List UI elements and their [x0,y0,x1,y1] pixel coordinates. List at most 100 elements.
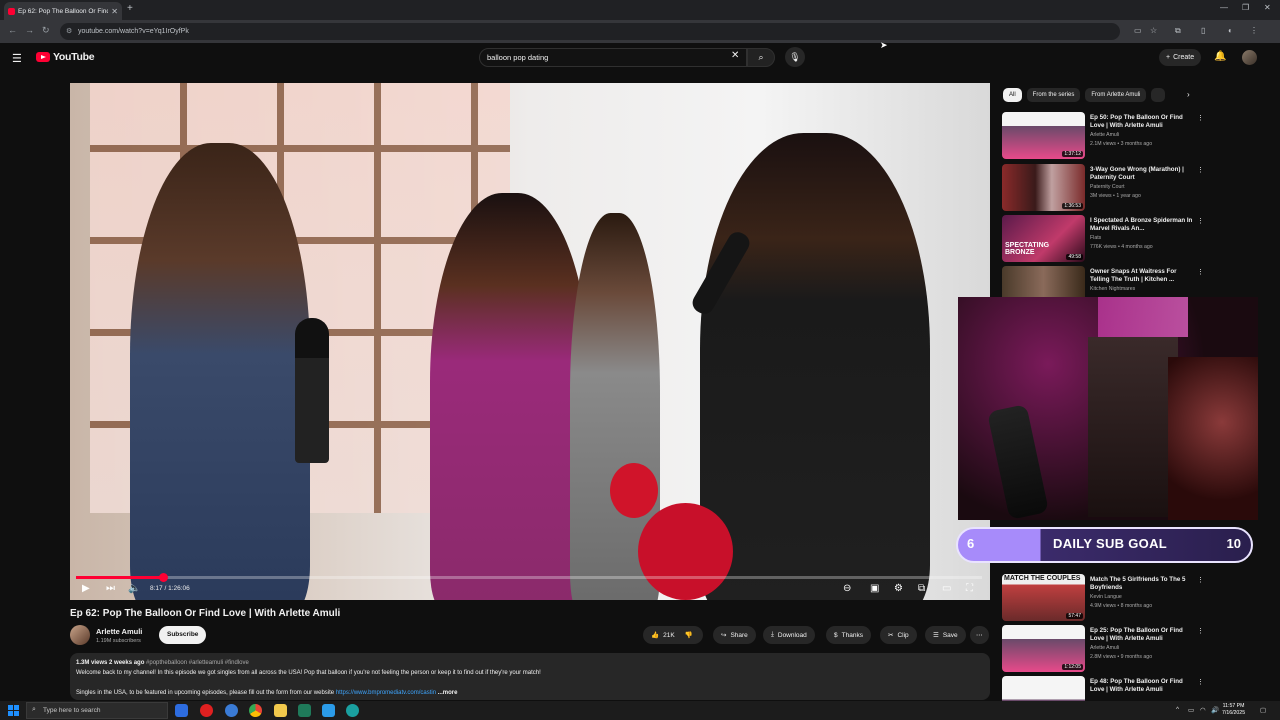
account-avatar[interactable] [1242,50,1257,65]
maximize-icon[interactable]: ❐ [1242,3,1249,12]
recommended-video[interactable]: MATCH THE COUPLES 57:47 Match The 5 Girl… [1002,574,1204,622]
bookmark-star-icon[interactable]: ☆ [1150,26,1157,35]
file-explorer-icon[interactable] [274,704,287,717]
extensions-icon[interactable]: ⧉ [1175,26,1181,36]
notifications-bell-icon[interactable]: 🔔 [1214,51,1226,62]
create-button[interactable]: + Create [1159,49,1202,66]
app-icon[interactable] [225,704,238,717]
recommendation-channel[interactable]: Paternity Court [1090,184,1125,190]
recommended-video[interactable]: SPECTATING BRONZE 49:58 I Spectated A Br… [1002,215,1204,263]
like-count[interactable]: 21K [663,632,675,639]
video-thumbnail[interactable]: 1:36:53 [1002,164,1085,211]
recommendation-title[interactable]: Ep 50: Pop The Balloon Or Find Love | Wi… [1090,114,1194,130]
channel-name[interactable]: Arlette Amuli [96,627,142,636]
hashtags[interactable]: #poptheballoon #arletteamuli #findlove [146,660,249,666]
new-tab-icon[interactable]: + [127,3,133,14]
video-thumbnail[interactable]: SPECTATING BRONZE 49:58 [1002,215,1085,262]
thanks-button[interactable]: $ Thanks [826,626,871,644]
theater-mode-icon[interactable]: ▭ [942,583,951,594]
site-info-icon[interactable]: ⚙ [66,27,72,35]
recommendation-title[interactable]: Ep 25: Pop The Balloon Or Find Love | Wi… [1090,627,1194,643]
more-vertical-icon[interactable]: ⋮ [1197,268,1204,276]
video-thumbnail[interactable] [1002,676,1085,701]
browser-menu-icon[interactable]: ⋮ [1250,26,1258,35]
reload-icon[interactable]: ↻ [42,25,50,36]
voice-search-button[interactable]: 🎙 [785,47,805,67]
more-vertical-icon[interactable]: ⋮ [1197,217,1204,225]
notifications-icon[interactable]: ▢ [1260,706,1266,714]
subscribe-button[interactable]: Subscribe [159,626,207,644]
chip-overflow[interactable] [1151,88,1166,102]
recommendation-channel[interactable]: Kevin Langue [1090,594,1122,600]
app-icon[interactable] [298,704,311,717]
recommended-video[interactable]: 1:12:05 Ep 25: Pop The Balloon Or Find L… [1002,625,1204,673]
captions-icon[interactable]: ▣ [870,583,879,594]
opera-icon[interactable] [200,704,213,717]
profile-icon[interactable]: ◐ [1228,26,1233,35]
close-window-icon[interactable]: ✕ [1264,3,1271,12]
close-tab-icon[interactable]: ✕ [111,7,118,16]
network-icon[interactable]: ▭ [1188,706,1194,714]
volume-tray-icon[interactable]: 🔊 [1211,706,1219,714]
recommendation-title[interactable]: Owner Snaps At Waitress For Telling The … [1090,268,1194,284]
recommendation-title[interactable]: Match The 5 Girlfriends To The 5 Boyfrie… [1090,576,1194,592]
fullscreen-icon[interactable]: ⛶ [966,583,973,594]
address-bar[interactable]: ⚙ youtube.com/watch?v=eYq1IrOyfPk [60,23,1120,40]
video-description[interactable]: 1.3M views 2 weeks ago #poptheballoon #a… [70,653,990,700]
recommended-video[interactable]: 1:36:53 3-Way Gone Wrong (Marathon) | Pa… [1002,164,1204,212]
recommendation-channel[interactable]: Kitchen Nightmares [1090,286,1135,292]
recommendation-channel[interactable]: Arlette Amuli [1090,132,1119,138]
more-vertical-icon[interactable]: ⋮ [1197,678,1202,686]
video-player[interactable] [70,83,990,600]
search-button[interactable]: ⌕ [747,48,775,67]
play-icon[interactable]: ▶ [82,583,90,594]
recommendation-channel[interactable]: Flats [1090,235,1101,241]
recommendation-title[interactable]: I Spectated A Bronze Spiderman In Marvel… [1090,217,1194,233]
windows-start-icon[interactable] [8,705,19,716]
thumbs-up-icon[interactable]: 👍 [651,631,659,639]
browser-tab[interactable]: Ep 62: Pop The Balloon Or Find ✕ [4,2,122,20]
save-button[interactable]: ☰ Save [925,626,966,644]
chip-from-channel[interactable]: From Arlette Amuli [1085,88,1147,102]
settings-gear-icon[interactable]: ⚙ [894,583,903,594]
more-vertical-icon[interactable]: ⋮ [1197,114,1204,122]
minimize-icon[interactable]: — [1220,3,1228,12]
sidebar-icon[interactable]: ▯ [1201,26,1205,35]
wifi-icon[interactable]: ◠ [1200,706,1206,714]
chip-all[interactable]: All [1003,88,1022,102]
clear-search-icon[interactable]: ✕ [731,50,739,61]
tray-chevron-icon[interactable]: ^ [1176,706,1179,713]
cast-form-link[interactable]: https://www.bmpromediatv.com/castin [336,690,436,696]
clip-button[interactable]: ✂ Clip [880,626,917,644]
recommendation-title[interactable]: 3-Way Gone Wrong (Marathon) | Paternity … [1090,166,1194,182]
recommended-video[interactable]: 1:37:12 Ep 50: Pop The Balloon Or Find L… [1002,112,1204,160]
taskbar-clock[interactable]: 11:57 PM 7/16/2025 [1222,703,1245,717]
hamburger-menu-icon[interactable]: ☰ [12,52,22,65]
more-description-toggle[interactable]: ...more [438,690,458,696]
video-thumbnail[interactable]: 1:37:12 [1002,112,1085,159]
taskbar-search-input[interactable]: ⌕ Type here to search [26,702,168,719]
recommendation-channel[interactable]: Arlette Amuli [1090,645,1119,651]
more-vertical-icon[interactable]: ⋮ [1197,576,1204,584]
video-scrubber-handle[interactable] [158,573,168,582]
edge-icon[interactable] [346,704,359,717]
more-actions-button[interactable]: ⋯ [970,626,989,644]
recommended-video[interactable]: Ep 48: Pop The Balloon Or Find Love | Wi… [1002,676,1202,701]
chip-from-the-series[interactable]: From the series [1026,88,1081,102]
miniplayer-icon[interactable]: ⧉ [918,583,925,594]
search-input[interactable]: balloon pop dating [479,48,747,67]
channel-avatar[interactable] [70,625,90,645]
task-view-icon[interactable] [175,704,188,717]
video-thumbnail[interactable]: MATCH THE COUPLES 57:47 [1002,574,1085,621]
app-icon[interactable] [322,704,335,717]
chrome-icon[interactable] [249,704,262,717]
cast-icon[interactable]: ▭ [1134,26,1142,35]
thumbs-down-icon[interactable]: 👎 [685,631,693,639]
more-vertical-icon[interactable]: ⋮ [1197,627,1204,635]
share-button[interactable]: ↪ Share [713,626,756,644]
next-video-icon[interactable]: ⏭ [106,583,115,594]
video-progress-bar[interactable] [76,573,982,582]
forward-icon[interactable]: → [25,25,34,35]
chevron-right-icon[interactable]: › [1187,90,1190,99]
recommendation-title[interactable]: Ep 48: Pop The Balloon Or Find Love | Wi… [1090,678,1194,694]
